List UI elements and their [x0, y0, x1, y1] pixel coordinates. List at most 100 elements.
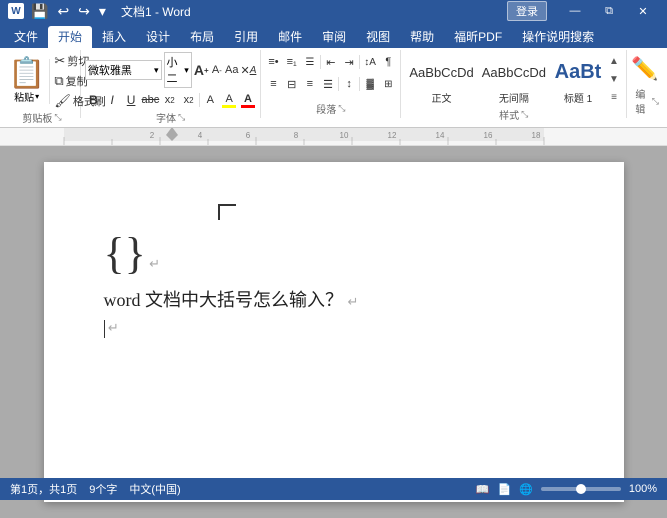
paste-label: 粘贴 ▾: [14, 89, 39, 104]
style-scroll-up[interactable]: ▲: [606, 54, 622, 70]
sort-button[interactable]: ↕A: [362, 52, 378, 72]
tab-foxitpdf[interactable]: 福昕PDF: [444, 26, 512, 48]
decrease-indent-button[interactable]: ⇤: [323, 52, 339, 72]
paste-dropdown-arrow[interactable]: ▾: [35, 92, 39, 101]
clear-format-button[interactable]: ✕A: [240, 60, 256, 80]
paragraph-expand-icon[interactable]: ⤡: [338, 103, 345, 114]
superscript-button[interactable]: x2: [180, 90, 197, 110]
qat-save-btn[interactable]: 💾: [28, 3, 51, 20]
view-btn-read[interactable]: 📖: [476, 483, 490, 496]
quick-access-toolbar: 💾 ↩ ↪ ▾: [28, 3, 109, 20]
style-more[interactable]: ≡: [606, 90, 622, 106]
grow-font-button[interactable]: A+: [194, 60, 209, 80]
increase-indent-button[interactable]: ⇥: [341, 52, 357, 72]
tab-file[interactable]: 文件: [4, 26, 48, 48]
borders-button[interactable]: ⊞: [380, 74, 396, 94]
align-right-button[interactable]: ≡: [302, 74, 318, 94]
style-normal[interactable]: AaBbCcDd 正文: [405, 52, 477, 107]
svg-text:6: 6: [246, 131, 251, 140]
highlight-button[interactable]: A: [221, 90, 238, 110]
ribbon-groups: 📋 粘贴 ▾ ✂ 剪切 ⧉ 复制 🖌: [4, 50, 663, 118]
style-nospace-preview: AaBbCcDd: [482, 54, 546, 90]
tab-view[interactable]: 视图: [356, 26, 400, 48]
document-page[interactable]: {} ↵ word 文档中大括号怎么输入？ ↵ ↵: [44, 162, 624, 502]
bullets-button[interactable]: ≡•: [265, 52, 281, 72]
font-color-button[interactable]: A: [240, 90, 257, 110]
tab-review[interactable]: 审阅: [312, 26, 356, 48]
shrink-font-button[interactable]: A-: [211, 60, 223, 80]
style-heading1-label: 标题 1: [564, 90, 592, 105]
qat-redo-btn[interactable]: ↪: [75, 3, 93, 20]
numbering-button[interactable]: ≡₁: [284, 52, 300, 72]
style-normal-preview: AaBbCcDd: [409, 54, 473, 90]
editing-expand-icon[interactable]: ⤡: [652, 96, 659, 107]
window-title: 文档1 - Word: [121, 3, 191, 20]
underline-button[interactable]: U: [123, 90, 140, 110]
tab-search[interactable]: 操作说明搜索: [512, 26, 604, 48]
view-btn-print[interactable]: 📄: [497, 483, 511, 496]
tab-home[interactable]: 开始: [48, 26, 92, 48]
strikethrough-button[interactable]: abc: [142, 90, 160, 110]
document-text[interactable]: word 文档中大括号怎么输入？ ↵: [104, 286, 564, 312]
svg-text:18: 18: [532, 131, 541, 140]
style-heading1[interactable]: AaBt 标题 1: [550, 52, 606, 107]
styles-expand-icon[interactable]: ⤡: [521, 109, 528, 120]
text-effects-button[interactable]: A: [202, 90, 219, 110]
tab-help[interactable]: 帮助: [400, 26, 444, 48]
font-size-dropdown[interactable]: 小二 ▾: [164, 52, 192, 88]
format-painter-icon: 🖌: [54, 93, 71, 109]
paste-button[interactable]: 📋 粘贴 ▾: [8, 59, 50, 104]
bold-button[interactable]: B: [85, 90, 102, 110]
justify-button[interactable]: ☰: [320, 74, 336, 94]
view-btn-web[interactable]: 🌐: [519, 483, 533, 496]
brace-symbol: {}: [104, 229, 146, 278]
tab-layout[interactable]: 布局: [180, 26, 224, 48]
zoom-level[interactable]: 100%: [629, 483, 657, 495]
change-case-button[interactable]: Aa: [225, 60, 238, 80]
clipboard-expand-icon[interactable]: ⤡: [54, 112, 61, 123]
login-button[interactable]: 登录: [507, 1, 547, 21]
shading-button[interactable]: ▓: [362, 74, 378, 94]
align-left-button[interactable]: ≡: [265, 74, 281, 94]
tab-mailings[interactable]: 邮件: [268, 26, 312, 48]
svg-text:4: 4: [198, 131, 203, 140]
font-row1: 微软雅黑 ▾ 小二 ▾ A+ A- Aa ✕A: [85, 52, 256, 88]
svg-text:12: 12: [388, 131, 397, 140]
font-expand-icon[interactable]: ⤡: [178, 112, 185, 123]
tab-references[interactable]: 引用: [224, 26, 268, 48]
brace-container: {} ↵: [104, 232, 564, 276]
qat-undo-btn[interactable]: ↩: [54, 3, 72, 20]
styles-label: 样式 ⤡: [405, 107, 622, 124]
font-name-dropdown[interactable]: 微软雅黑 ▾: [85, 60, 162, 80]
para-row1: ≡• ≡₁ ☰ ⇤ ⇥ ↕A ¶: [265, 52, 396, 72]
line-spacing-button[interactable]: ↕: [341, 74, 357, 94]
qat-more-btn[interactable]: ▾: [96, 3, 109, 20]
para-div1: [320, 55, 321, 69]
paste-icon: 📋: [8, 59, 45, 89]
svg-text:2: 2: [150, 131, 155, 140]
paragraph-group: ≡• ≡₁ ☰ ⇤ ⇥ ↕A ¶ ≡ ⊟ ≡ ☰ ↕: [261, 50, 401, 118]
subscript-button[interactable]: x2: [161, 90, 178, 110]
para-mark-1: ↵: [149, 256, 160, 271]
font-row2: B I U abc x2 x2 A A: [85, 90, 256, 110]
italic-button[interactable]: I: [104, 90, 121, 110]
para-row2: ≡ ⊟ ≡ ☰ ↕ ▓ ⊞: [265, 74, 396, 94]
align-center-button[interactable]: ⊟: [284, 74, 300, 94]
clipboard-content: 📋 粘贴 ▾ ✂ 剪切 ⧉ 复制 🖌: [8, 52, 76, 110]
editing-button[interactable]: ✏️: [627, 54, 662, 84]
zoom-slider[interactable]: [541, 487, 621, 491]
show-marks-button[interactable]: ¶: [380, 52, 396, 72]
style-nospace[interactable]: AaBbCcDd 无间隔: [478, 52, 550, 107]
style-scroll-down[interactable]: ▼: [606, 72, 622, 88]
clipboard-group: 📋 粘贴 ▾ ✂ 剪切 ⧉ 复制 🖌: [4, 50, 81, 118]
tab-insert[interactable]: 插入: [92, 26, 136, 48]
minimize-button[interactable]: —: [559, 0, 591, 22]
font-name-arrow: ▾: [154, 65, 159, 76]
font-controls: 微软雅黑 ▾ 小二 ▾ A+ A- Aa ✕A B I U abc: [85, 52, 256, 110]
close-button[interactable]: ✕: [627, 0, 659, 22]
tab-design[interactable]: 设计: [136, 26, 180, 48]
horizontal-ruler: 2 4 6 8 10 12 14 16 18: [0, 128, 667, 146]
multilevel-button[interactable]: ☰: [302, 52, 318, 72]
restore-button[interactable]: ⧉: [593, 0, 625, 22]
style-normal-label: 正文: [432, 90, 452, 105]
